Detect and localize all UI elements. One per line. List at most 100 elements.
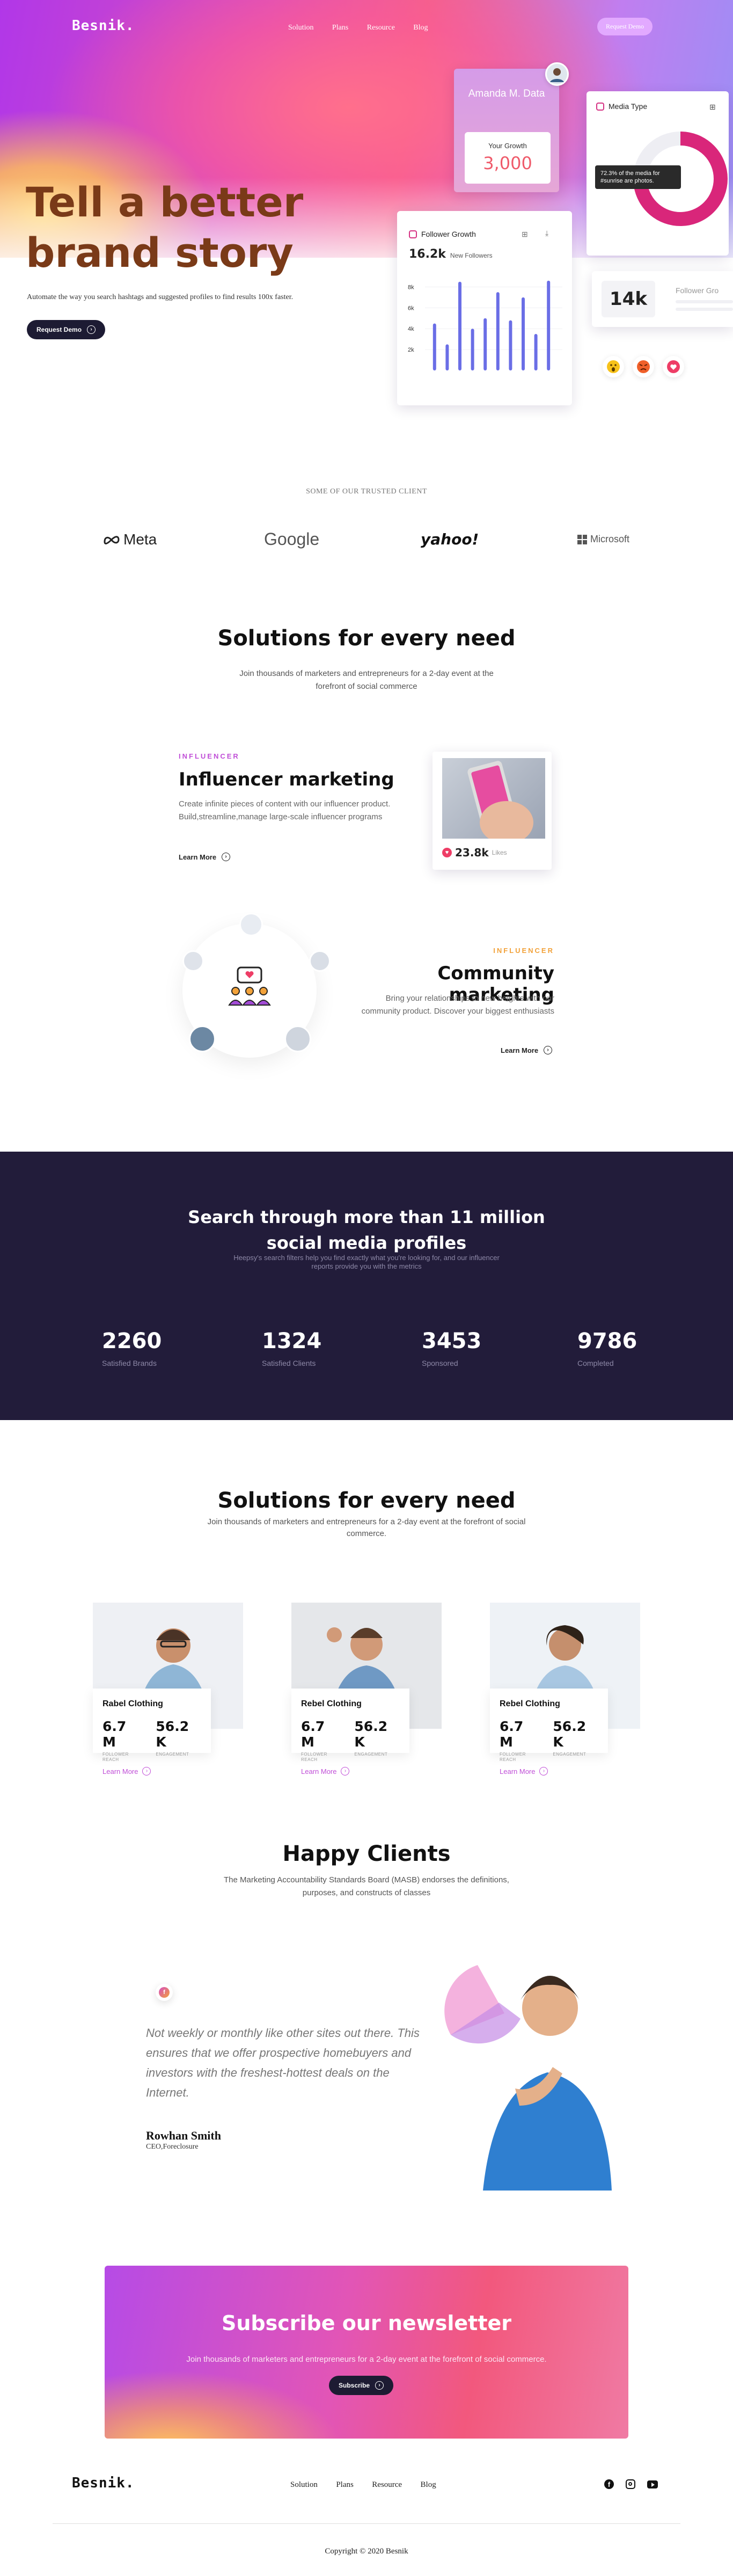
newsletter-title: Subscribe our newsletter [221,2311,512,2335]
follower-bar [445,344,449,370]
arrow-right-icon: › [87,325,96,334]
social-links: f [604,2479,658,2489]
subscribe-button[interactable]: Subscribe › [329,2376,394,2395]
profile-learn-more[interactable]: Learn More › [102,1767,151,1775]
expand-icon[interactable]: ⊞ [709,103,716,112]
likes-count: 23.8k [455,846,489,859]
download-icon[interactable]: ⤓ [545,229,548,238]
heart-icon[interactable]: ♥ [442,848,452,857]
stat-item: 9786 Completed [577,1329,637,1367]
footer-nav-plans[interactable]: Plans [336,2480,354,2489]
media-tooltip: 72.3% of the media for #sunrise are phot… [595,165,681,189]
angry-emoji-icon[interactable] [633,356,654,377]
footer-logo[interactable]: Besnik. [72,2475,135,2491]
trusted-title: SOME OF OUR TRUSTED CLIENT [306,487,427,496]
instagram-icon [409,230,417,238]
profile-name: Amanda M. Data [468,88,545,99]
avatar [309,950,331,972]
nav-plans[interactable]: Plans [332,24,348,32]
testimonials-subtitle: The Marketing Accountability Standards B… [224,1875,509,1897]
testimonials-title: Happy Clients [282,1842,451,1866]
arrow-right-icon: › [544,1046,553,1054]
media-type-card: Media Type ⊞ 72.3% of the media for #sun… [587,91,729,256]
brand-logos: Meta Google yahoo! Microsoft [103,529,629,549]
avatar [182,950,204,972]
main-nav: Solution Plans Resource Blog [288,23,444,32]
arrow-right-icon: › [375,2381,384,2390]
y-tick-label: 8k [408,284,414,290]
brand-yahoo: yahoo! [421,530,479,548]
stats-subtitle: Heepsy's search filters help you find ex… [233,1254,500,1270]
profile-card-1: Rabel Clothing 6.7 M FOLLOWER REACH 56.2 … [93,1603,254,1785]
profiles-title: Solutions for every need [217,1488,516,1513]
hero-subtitle: Automate the way you search hashtags and… [27,293,294,301]
grid-icon[interactable]: ⊞ [522,230,528,239]
follower-bar [496,292,500,370]
instagram-icon[interactable] [626,2479,635,2489]
profiles-subtitle: Join thousands of marketers and entrepre… [207,1517,526,1538]
solutions-title: Solutions for every need [217,626,516,651]
newsletter-section: Subscribe our newsletter Join thousands … [105,2266,628,2439]
facebook-icon[interactable]: f [604,2479,614,2489]
heart-icon[interactable] [663,356,684,377]
follower-bar [522,297,525,370]
community-text: Bring your relationships to new heights … [361,994,554,1016]
influencer-learn-more[interactable]: Learn More › [179,853,231,861]
influencer-title: Influencer marketing [179,769,394,790]
follower-bar [534,333,538,370]
arrow-right-icon: › [539,1767,548,1775]
nav-blog[interactable]: Blog [413,24,428,32]
stats-title: Search through more than 11 million soci… [188,1207,545,1253]
follower-bar [509,320,512,370]
profile-learn-more[interactable]: Learn More › [301,1767,350,1775]
hero-title: Tell a better brand story [26,178,304,276]
profile-stats-card: Rebel Clothing 6.7 M FOLLOWER REACH 56.2 … [490,1689,608,1762]
request-demo-button[interactable]: Request Demo › [27,320,106,339]
instagram-icon [596,102,604,111]
influencer-post-card: ♥ 23.8k Likes [433,752,552,870]
follower-growth-card: Follower Growth ⊞ ⤓ 16.2k New Followers … [397,211,572,405]
y-tick-label: 6k [408,305,414,311]
solutions-subtitle: Join thousands of marketers and entrepre… [239,669,494,691]
brand-meta: Meta [103,531,264,548]
follower-bar-chart: 8k 6k 4k 2k [408,280,562,370]
microsoft-icon [577,534,587,544]
youtube-icon[interactable] [647,2480,658,2488]
footer-nav-resource[interactable]: Resource [372,2480,402,2489]
follower-bar [471,329,474,370]
growth-box: Your Growth 3,000 [465,132,551,184]
footer-divider [53,2523,680,2524]
meta-icon [104,535,120,544]
community-learn-more[interactable]: Learn More › [501,1046,553,1054]
arrow-right-icon: › [222,853,231,861]
testimonial-role: CEO,Foreclosure [146,2143,199,2151]
nav-solution[interactable]: Solution [288,24,313,32]
y-tick-label: 2k [408,347,414,353]
profile-card: Amanda M. Data Your Growth 3,000 [454,62,569,192]
quote-badge-icon: f [159,1987,170,1998]
stat-item: 1324 Satisfied Clients [262,1329,322,1367]
request-demo-nav-button[interactable]: Request Demo [597,18,653,35]
profile-card-2: Rebel Clothing 6.7 M FOLLOWER REACH 56.2 … [291,1603,452,1785]
follower-bar [458,281,461,370]
community-tag: INFLUENCER [493,947,554,955]
influencer-text: Create infinite pieces of content with o… [179,799,391,821]
arrow-right-icon: › [341,1767,350,1775]
brand-google: Google [264,529,320,549]
hero-section: Besnik. Solution Plans Resource Blog Req… [0,0,733,483]
stats-section: Search through more than 11 million soci… [0,1152,733,1420]
profile-learn-more[interactable]: Learn More › [500,1767,548,1775]
influencer-tag: INFLUENCER [179,752,240,760]
testimonial-author: Rowhan Smith [146,2129,221,2142]
follower-bar [483,318,487,370]
nav-resource[interactable]: Resource [367,24,395,32]
testimonial-quote: Not weekly or monthly like other sites o… [146,2026,420,2099]
wow-emoji-icon[interactable] [603,356,624,377]
logo[interactable]: Besnik. [72,18,135,34]
footer-nav-solution[interactable]: Solution [290,2480,318,2489]
profile-stats-card: Rebel Clothing 6.7 M FOLLOWER REACH 56.2 … [291,1689,409,1762]
arrow-right-icon: › [142,1767,151,1775]
stat-item: 2260 Satisfied Brands [102,1329,162,1367]
avatar [189,1025,216,1052]
footer-nav-blog[interactable]: Blog [421,2480,436,2489]
